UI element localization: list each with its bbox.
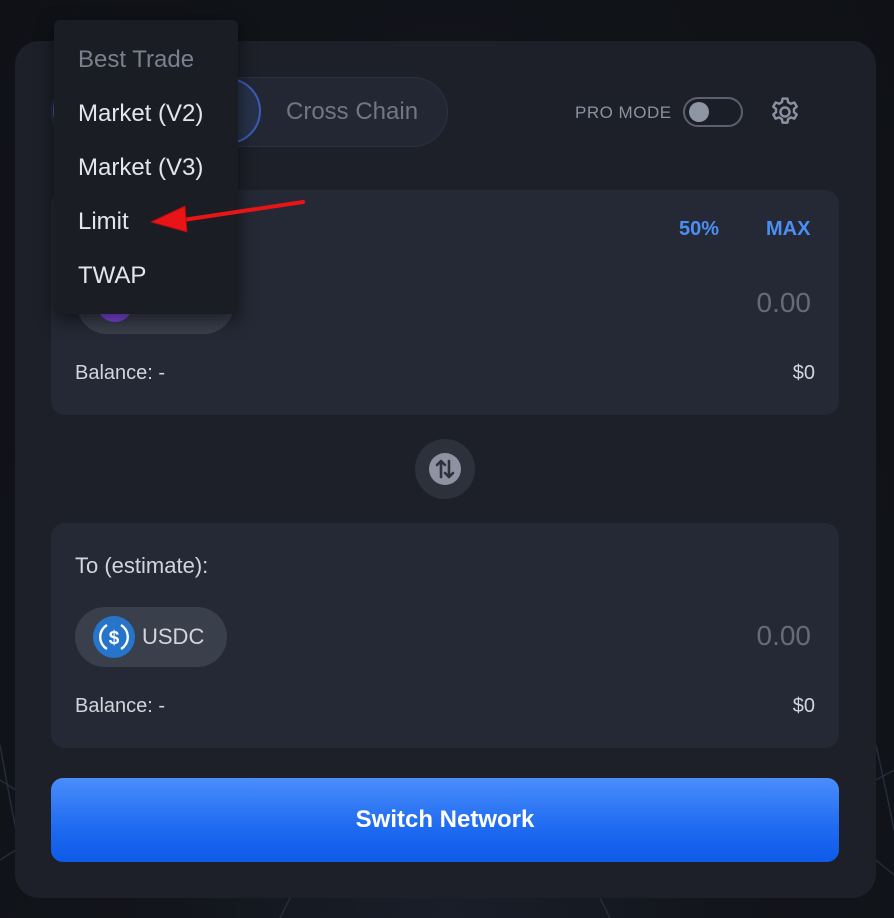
to-token-symbol: USDC [142, 624, 205, 649]
red-arrow-annotation [149, 200, 305, 233]
to-estimate-label: To (estimate): [75, 553, 209, 578]
page: Cross Chain PRO MODE 50% MAX 0.00 Balanc… [0, 0, 894, 918]
dropdown-item-market-v2[interactable]: Market (V2) [78, 100, 203, 128]
dropdown-item-market-v3[interactable]: Market (V3) [78, 154, 203, 182]
swap-arrows-icon [429, 453, 461, 485]
tab-cross-chain[interactable]: Cross Chain [286, 77, 418, 147]
from-balance: Balance: - [75, 362, 166, 384]
toggle-knob [689, 102, 709, 122]
to-token-selector[interactable]: $ USDC [75, 607, 227, 667]
trade-type-dropdown: Best Trade Market (V2) Market (V3) Limit… [54, 20, 238, 314]
svg-text:$: $ [109, 628, 120, 649]
to-panel: To (estimate): $ USDC 0.00 Balance: - $0 [51, 523, 839, 748]
max-button[interactable]: MAX [766, 218, 810, 241]
swap-direction-button[interactable] [415, 439, 475, 499]
to-balance: Balance: - [75, 695, 166, 717]
dropdown-item-limit[interactable]: Limit [78, 208, 129, 236]
to-amount-input[interactable]: 0.00 [757, 620, 812, 652]
pro-mode-label: PRO MODE [575, 103, 672, 122]
to-usd-value: $0 [792, 695, 815, 717]
switch-network-button[interactable]: Switch Network [51, 778, 839, 862]
from-amount-input[interactable]: 0.00 [757, 287, 812, 319]
pro-mode-toggle[interactable] [683, 97, 743, 127]
percent-50-button[interactable]: 50% [679, 218, 719, 241]
gear-icon[interactable] [768, 95, 802, 129]
usdc-icon: $ [93, 616, 135, 658]
dropdown-item-twap[interactable]: TWAP [78, 262, 146, 290]
dropdown-header-best-trade: Best Trade [78, 46, 195, 73]
from-usd-value: $0 [792, 362, 815, 384]
